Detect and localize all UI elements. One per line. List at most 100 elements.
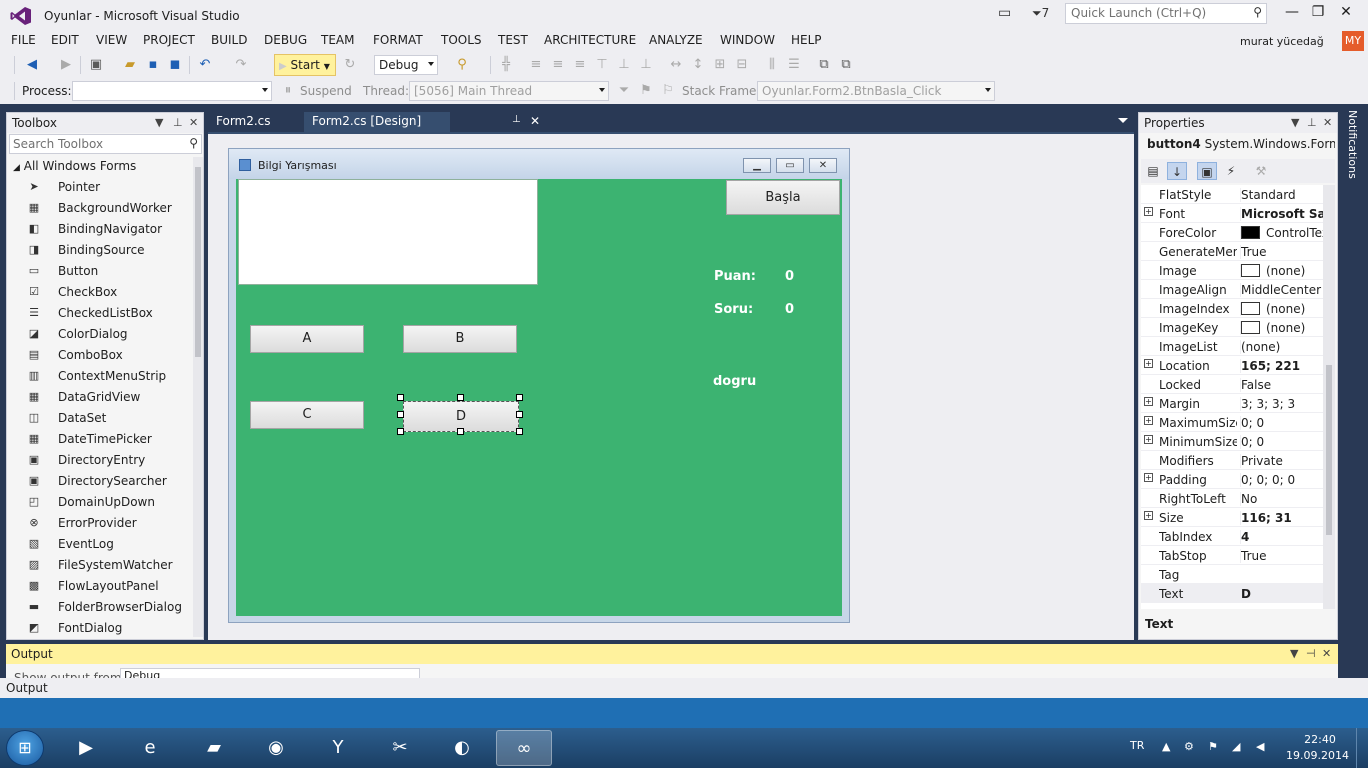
basla-button[interactable]: Başla — [726, 180, 840, 215]
make-same-height-icon[interactable]: ↕ — [690, 57, 706, 73]
property-row[interactable]: ImageList (none) — [1141, 337, 1323, 356]
property-value-cell[interactable]: D — [1240, 587, 1323, 601]
property-value-cell[interactable]: (none) — [1240, 302, 1323, 316]
property-row[interactable]: RightToLeft No — [1141, 489, 1323, 508]
property-row[interactable]: + Size 116; 31 — [1141, 508, 1323, 527]
size-to-grid-icon[interactable]: ⊞ — [712, 57, 728, 73]
expand-icon[interactable]: + — [1144, 473, 1153, 482]
menu-architecture[interactable]: ARCHITECTURE — [544, 33, 636, 47]
property-row[interactable]: Text D — [1141, 584, 1323, 603]
windows-start-button[interactable]: ⊞ — [6, 730, 44, 766]
property-pages-icon[interactable]: ⚒ — [1251, 162, 1271, 180]
resize-handle[interactable] — [397, 428, 404, 435]
menu-file[interactable]: FILE — [11, 33, 36, 47]
alphabetical-icon[interactable]: ↓ — [1167, 162, 1187, 180]
close-button[interactable]: ✕ — [1334, 4, 1358, 24]
horizontal-spacing-icon[interactable]: ⫼ — [764, 57, 780, 73]
property-row[interactable]: ImageKey (none) — [1141, 318, 1323, 337]
toolbox-item[interactable]: ▭ Button — [7, 261, 192, 282]
property-value-cell[interactable]: True — [1240, 245, 1323, 259]
save-all-icon[interactable]: ◼ — [167, 57, 183, 73]
send-to-back-icon[interactable]: ⧉ — [838, 57, 854, 73]
stack-frame-select[interactable]: Oyunlar.Form2.BtnBasla_Click — [757, 81, 995, 101]
property-value-cell[interactable]: 0; 0; 0; 0 — [1240, 473, 1323, 487]
close-icon[interactable]: ✕ — [1323, 116, 1332, 129]
resize-handle[interactable] — [457, 394, 464, 401]
property-row[interactable]: + Padding 0; 0; 0; 0 — [1141, 470, 1323, 489]
expand-icon[interactable]: + — [1144, 511, 1153, 520]
property-value-cell[interactable]: (none) — [1240, 264, 1323, 278]
make-same-size-icon[interactable]: ⊟ — [734, 57, 750, 73]
find-in-files-icon[interactable]: ⚲ — [454, 57, 470, 73]
show-flagged-icon[interactable]: ⚐ — [660, 83, 676, 99]
toolbox-item[interactable]: ◩ FontDialog — [7, 618, 192, 639]
property-row[interactable]: + Location 165; 221 — [1141, 356, 1323, 375]
undo-icon[interactable]: ↶ — [197, 57, 213, 73]
property-row[interactable]: Image (none) — [1141, 261, 1323, 280]
make-same-width-icon[interactable]: ↔ — [668, 57, 684, 73]
feedback-icon[interactable]: ▭ — [998, 5, 1011, 21]
categorized-icon[interactable]: ▤ — [1143, 162, 1163, 180]
toolbox-item[interactable]: ▧ EventLog — [7, 534, 192, 555]
property-value-cell[interactable]: No — [1240, 492, 1323, 506]
resize-handle[interactable] — [516, 411, 523, 418]
toolbox-item[interactable]: ▤ ComboBox — [7, 345, 192, 366]
menu-project[interactable]: PROJECT — [143, 33, 195, 47]
close-icon[interactable]: ✕ — [1322, 647, 1331, 660]
tab-form2-design[interactable]: Form2.cs [Design] ⊥ ✕ — [304, 112, 540, 132]
answer-a-button[interactable]: A — [250, 325, 364, 353]
notification-count[interactable]: ⏷7 — [1032, 6, 1049, 21]
align-centers-icon[interactable]: ≡ — [550, 57, 566, 73]
property-row[interactable]: ImageIndex (none) — [1141, 299, 1323, 318]
scrollbar-thumb[interactable] — [195, 167, 201, 357]
redo-icon[interactable]: ↷ — [233, 57, 249, 73]
clock-time[interactable]: 22:40 — [1298, 733, 1342, 746]
scrollbar-thumb[interactable] — [1326, 365, 1332, 535]
flag-thread-icon[interactable]: ⚑ — [638, 83, 654, 99]
suspend-icon[interactable]: ⏸ — [280, 83, 296, 99]
open-file-icon[interactable]: ▰ — [122, 57, 138, 73]
tab-overflow-dropdown-icon[interactable] — [1118, 118, 1128, 123]
property-value-cell[interactable]: (none) — [1240, 321, 1323, 335]
new-project-icon[interactable]: ▣ — [88, 57, 104, 73]
toolbox-item[interactable]: ▣ DirectorySearcher — [7, 471, 192, 492]
property-row[interactable]: FlatStyle Standard — [1141, 185, 1323, 204]
property-value-cell[interactable]: 3; 3; 3; 3 — [1240, 397, 1323, 411]
align-tops-icon[interactable]: ⊤ — [594, 57, 610, 73]
property-value-cell[interactable]: Microsoft Sans — [1240, 207, 1323, 221]
property-row[interactable]: ForeColor ControlText — [1141, 223, 1323, 242]
pin-icon[interactable]: ⊣ — [1306, 647, 1316, 660]
resize-handle[interactable] — [516, 394, 523, 401]
toolbox-item[interactable]: ☑ CheckBox — [7, 282, 192, 303]
property-row[interactable]: + Font Microsoft Sans — [1141, 204, 1323, 223]
notifications-side-tab[interactable]: Notifications — [1344, 108, 1366, 208]
align-bottoms-icon[interactable]: ⊥ — [638, 57, 654, 73]
resize-handle[interactable] — [457, 428, 464, 435]
menu-edit[interactable]: EDIT — [51, 33, 79, 47]
menu-view[interactable]: VIEW — [96, 33, 127, 47]
toolbox-scrollbar[interactable] — [193, 157, 203, 637]
property-value-cell[interactable]: True — [1240, 549, 1323, 563]
clock-date[interactable]: 19.09.2014 — [1286, 749, 1349, 762]
taskbar-app-button[interactable]: ▰ — [186, 730, 242, 766]
property-value-cell[interactable]: 116; 31 — [1240, 511, 1323, 525]
form-client-area[interactable]: Başla Puan: 0 Soru: 0 dogru A B C D — [236, 179, 842, 616]
expand-icon[interactable]: + — [1144, 207, 1153, 216]
align-middles-icon[interactable]: ⊥ — [616, 57, 632, 73]
property-value-cell[interactable]: (none) — [1240, 340, 1323, 354]
property-value-cell[interactable]: False — [1240, 378, 1323, 392]
tab-output[interactable]: Output — [6, 681, 48, 695]
designed-form-window[interactable]: Bilgi Yarışması ▁ ▭ ✕ Başla Puan: 0 Soru… — [228, 148, 850, 623]
property-row[interactable]: Locked False — [1141, 375, 1323, 394]
question-textbox[interactable] — [238, 179, 538, 285]
toolbox-item[interactable]: ◪ ColorDialog — [7, 324, 192, 345]
toolbox-item[interactable]: ▣ DirectoryEntry — [7, 450, 192, 471]
property-row[interactable]: TabStop True — [1141, 546, 1323, 565]
toolbox-item[interactable]: ▥ ContextMenuStrip — [7, 366, 192, 387]
toolbox-category-all-windows-forms[interactable]: ◢ All Windows Forms — [13, 159, 136, 173]
network-error-icon[interactable]: ⚑ — [1208, 740, 1218, 753]
properties-object-selector[interactable]: button4 System.Windows.Forms — [1141, 135, 1335, 155]
expand-icon[interactable]: + — [1144, 359, 1153, 368]
suspend-button[interactable]: Suspend — [300, 84, 352, 98]
toolbox-item[interactable]: ▩ FlowLayoutPanel — [7, 576, 192, 597]
